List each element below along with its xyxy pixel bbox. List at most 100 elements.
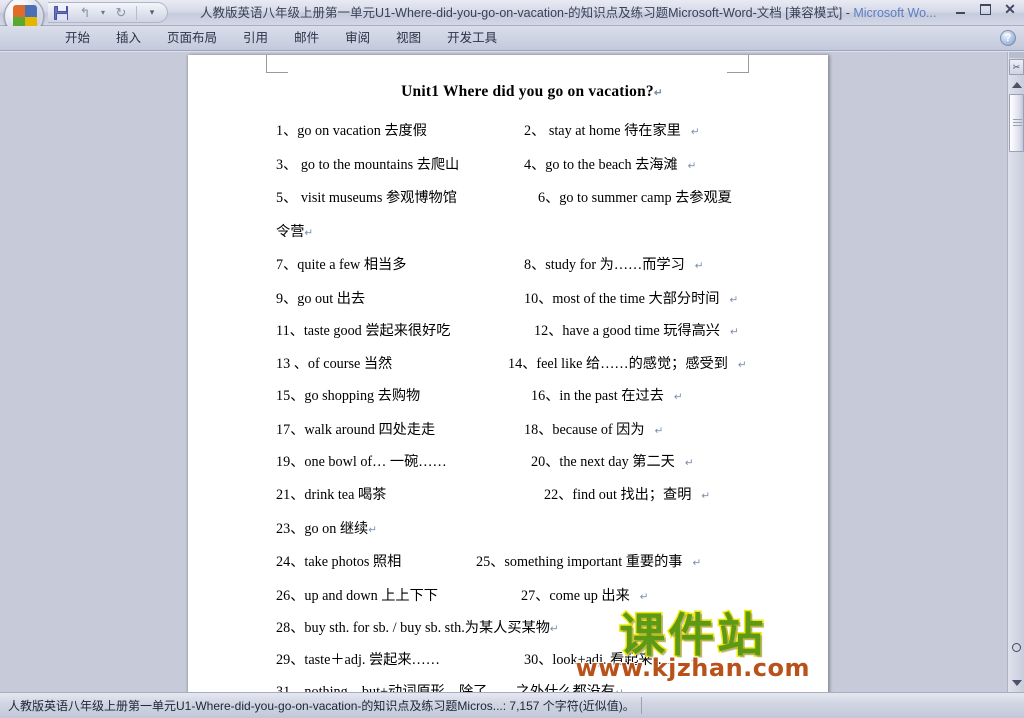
vocabulary-row: 15、go shopping 去购物 16、in the past 在过去 ↵ bbox=[276, 380, 788, 414]
vocabulary-row: 29、taste＋adj. 尝起来…… 30、look+adj. 看起来…… ↵ bbox=[276, 644, 788, 676]
vocabulary-entry-right: 6、go to summer camp 去参观夏 bbox=[538, 190, 732, 206]
status-bar-text: 人教版英语八年级上册第一单元U1-Where-did-you-go-on-vac… bbox=[8, 699, 635, 713]
vocabulary-entry-left: 3、 go to the mountains 去爬山 bbox=[276, 156, 460, 173]
tab-mailings[interactable]: 邮件 bbox=[281, 26, 332, 51]
vocabulary-list: 1、go on vacation 去度假 2、 stay at home 待在家里… bbox=[276, 115, 788, 695]
vocabulary-entry-left: 9、go out 出去 bbox=[276, 290, 366, 307]
paragraph-mark-icon: ↵ bbox=[694, 260, 704, 272]
vocabulary-entry-right: 8、study for 为……而学习 ↵ bbox=[524, 257, 704, 273]
next-page-icon[interactable] bbox=[1010, 662, 1023, 676]
vocabulary-row: 24、take photos 照相 25、something important … bbox=[276, 546, 788, 580]
window-title-app: Microsoft Wo... bbox=[853, 6, 937, 20]
vocabulary-entry-right: 12、have a good time 玩得高兴 ↵ bbox=[534, 322, 739, 339]
status-bar: 人教版英语八年级上册第一单元U1-Where-did-you-go-on-vac… bbox=[0, 692, 1024, 718]
vocabulary-entry-left: 15、go shopping 去购物 bbox=[276, 388, 421, 404]
vocabulary-row: 28、buy sth. for sb. / buy sb. sth.为某人买某物… bbox=[276, 612, 788, 644]
close-button[interactable]: ✕ bbox=[1000, 1, 1020, 17]
vocabulary-entry-right: 20、the next day 第二天 ↵ bbox=[531, 453, 694, 470]
vocabulary-row: 21、drink tea 喝茶 22、find out 找出；查明 ↵ bbox=[276, 479, 788, 513]
paragraph-mark-icon: ↵ bbox=[368, 523, 378, 536]
previous-page-icon[interactable] bbox=[1010, 618, 1023, 632]
paragraph-mark-icon: ↵ bbox=[701, 490, 711, 502]
paragraph-mark-icon: ↵ bbox=[673, 391, 683, 403]
paragraph-mark-icon: ↵ bbox=[639, 590, 649, 603]
tab-page-layout[interactable]: 页面布局 bbox=[154, 26, 230, 51]
vertical-scrollbar[interactable]: ✂ bbox=[1007, 52, 1024, 692]
help-icon[interactable]: ? bbox=[1000, 30, 1016, 46]
title-bar: ↰ ▾ ↻ ▾ 人教版英语八年级上册第一单元U1-Where-did-you-g… bbox=[0, 0, 1024, 36]
window-title-document: 人教版英语八年级上册第一单元U1-Where-did-you-go-on-vac… bbox=[200, 6, 843, 20]
vocabulary-row: 令营↵ bbox=[276, 216, 788, 250]
scrollbar-thumb[interactable] bbox=[1009, 94, 1024, 152]
vocabulary-row: 7、quite a few 相当多 8、study for 为……而学习 ↵ bbox=[276, 249, 788, 283]
vocabulary-entry-left: 19、one bowl of… 一碗…… bbox=[276, 453, 447, 470]
ribbon-tabs: 开始 插入 页面布局 引用 邮件 审阅 视图 开发工具 bbox=[52, 26, 510, 51]
vocabulary-entry-right: 30、look+adj. 看起来…… ↵ bbox=[524, 651, 700, 668]
paragraph-mark-icon: ↵ bbox=[729, 293, 739, 306]
vocabulary-row: 23、go on 继续↵ bbox=[276, 513, 788, 547]
paragraph-mark-icon: ↵ bbox=[690, 126, 700, 138]
document-body[interactable]: Unit1 Where did you go on vacation?↵ 1、g… bbox=[188, 55, 828, 695]
vocabulary-entry-left: 令营↵ bbox=[276, 223, 314, 240]
paragraph-mark-icon: ↵ bbox=[737, 359, 747, 371]
vocabulary-entry-left: 29、taste＋adj. 尝起来…… bbox=[276, 651, 440, 668]
document-heading: Unit1 Where did you go on vacation?↵ bbox=[276, 83, 788, 101]
vocabulary-entry-right: 4、go to the beach 去海滩 ↵ bbox=[524, 156, 697, 173]
vocabulary-row: 13 、of course 当然 14、feel like 给……的感觉；感受到 ↵ bbox=[276, 348, 788, 380]
vocabulary-row: 17、walk around 四处走走 18、because of 因为 ↵ bbox=[276, 414, 788, 446]
paragraph-mark-icon: ↵ bbox=[304, 226, 314, 239]
vocabulary-entry-left: 24、take photos 照相 bbox=[276, 554, 402, 570]
tab-view[interactable]: 视图 bbox=[383, 26, 434, 51]
vocabulary-entry-right: 27、come up 出来 ↵ bbox=[521, 587, 649, 604]
vocabulary-entry-left: 23、go on 继续↵ bbox=[276, 520, 378, 537]
document-page[interactable]: Unit1 Where did you go on vacation?↵ 1、g… bbox=[188, 55, 828, 695]
vocabulary-row: 26、up and down 上上下下 27、come up 出来 ↵ bbox=[276, 580, 788, 612]
paragraph-mark-icon: ↵ bbox=[692, 557, 702, 569]
split-window-icon[interactable]: ✂ bbox=[1009, 59, 1024, 75]
word-application-window: ↰ ▾ ↻ ▾ 人教版英语八年级上册第一单元U1-Where-did-you-g… bbox=[0, 0, 1024, 718]
document-workspace: Unit1 Where did you go on vacation?↵ 1、g… bbox=[0, 52, 1024, 695]
vocabulary-row: 11、taste good 尝起来很好吃 12、have a good time … bbox=[276, 315, 788, 349]
scroll-down-arrow-icon[interactable] bbox=[1010, 676, 1023, 689]
vocabulary-entry-left: 5、 visit museums 参观博物馆 bbox=[276, 190, 457, 206]
vocabulary-entry-left: 11、taste good 尝起来很好吃 bbox=[276, 322, 451, 339]
tab-developer[interactable]: 开发工具 bbox=[434, 26, 510, 51]
minimize-button[interactable] bbox=[950, 2, 970, 17]
vocabulary-entry-left: 21、drink tea 喝茶 bbox=[276, 487, 387, 503]
vocabulary-entry-left: 13 、of course 当然 bbox=[276, 356, 393, 372]
vocabulary-row: 9、go out 出去 10、most of the time 大部分时间 ↵ bbox=[276, 283, 788, 315]
window-title: 人教版英语八年级上册第一单元U1-Where-did-you-go-on-vac… bbox=[0, 0, 1024, 26]
paragraph-mark-icon: ↵ bbox=[687, 159, 697, 172]
paragraph-mark-icon: ↵ bbox=[549, 622, 559, 635]
select-browse-object-icon[interactable] bbox=[1010, 640, 1023, 654]
document-heading-text: Unit1 Where did you go on vacation? bbox=[401, 83, 654, 100]
vocabulary-entry-left: 17、walk around 四处走走 bbox=[276, 421, 436, 438]
paragraph-mark-icon: ↵ bbox=[654, 424, 664, 437]
tab-review[interactable]: 审阅 bbox=[332, 26, 383, 51]
vocabulary-entry-left: 1、go on vacation 去度假 bbox=[276, 123, 427, 139]
vocabulary-row: 5、 visit museums 参观博物馆 6、go to summer cam… bbox=[276, 182, 788, 216]
scrollbar-grip-icon bbox=[1013, 119, 1022, 128]
vocabulary-row: 19、one bowl of… 一碗…… 20、the next day 第二天 ↵ bbox=[276, 446, 788, 480]
tab-home[interactable]: 开始 bbox=[52, 26, 103, 51]
vocabulary-entry-right: 14、feel like 给……的感觉；感受到 ↵ bbox=[508, 356, 747, 372]
vocabulary-entry-left: 28、buy sth. for sb. / buy sb. sth.为某人买某物… bbox=[276, 619, 559, 636]
paragraph-mark-icon: ↵ bbox=[684, 456, 694, 469]
vocabulary-entry-left: 7、quite a few 相当多 bbox=[276, 257, 407, 273]
paragraph-mark-icon: ↵ bbox=[729, 325, 739, 338]
vocabulary-entry-right: 2、 stay at home 待在家里 ↵ bbox=[524, 123, 700, 139]
maximize-button[interactable] bbox=[975, 2, 995, 17]
vocabulary-entry-right: 18、because of 因为 ↵ bbox=[524, 421, 664, 438]
tab-insert[interactable]: 插入 bbox=[103, 26, 154, 51]
paragraph-mark-icon: ↵ bbox=[653, 87, 663, 99]
paragraph-mark-icon: ↵ bbox=[690, 654, 700, 667]
vocabulary-entry-right: 25、something important 重要的事 ↵ bbox=[476, 554, 702, 570]
vocabulary-row: 3、 go to the mountains 去爬山 4、go to the be… bbox=[276, 149, 788, 183]
vocabulary-entry-left: 26、up and down 上上下下 bbox=[276, 587, 438, 604]
vocabulary-row: 1、go on vacation 去度假 2、 stay at home 待在家里… bbox=[276, 115, 788, 149]
scroll-up-arrow-icon[interactable] bbox=[1010, 78, 1023, 91]
window-title-separator: - bbox=[842, 6, 854, 20]
status-bar-divider bbox=[640, 697, 642, 714]
ribbon-tab-bar: 开始 插入 页面布局 引用 邮件 审阅 视图 开发工具 ? bbox=[0, 26, 1024, 51]
tab-references[interactable]: 引用 bbox=[230, 26, 281, 51]
